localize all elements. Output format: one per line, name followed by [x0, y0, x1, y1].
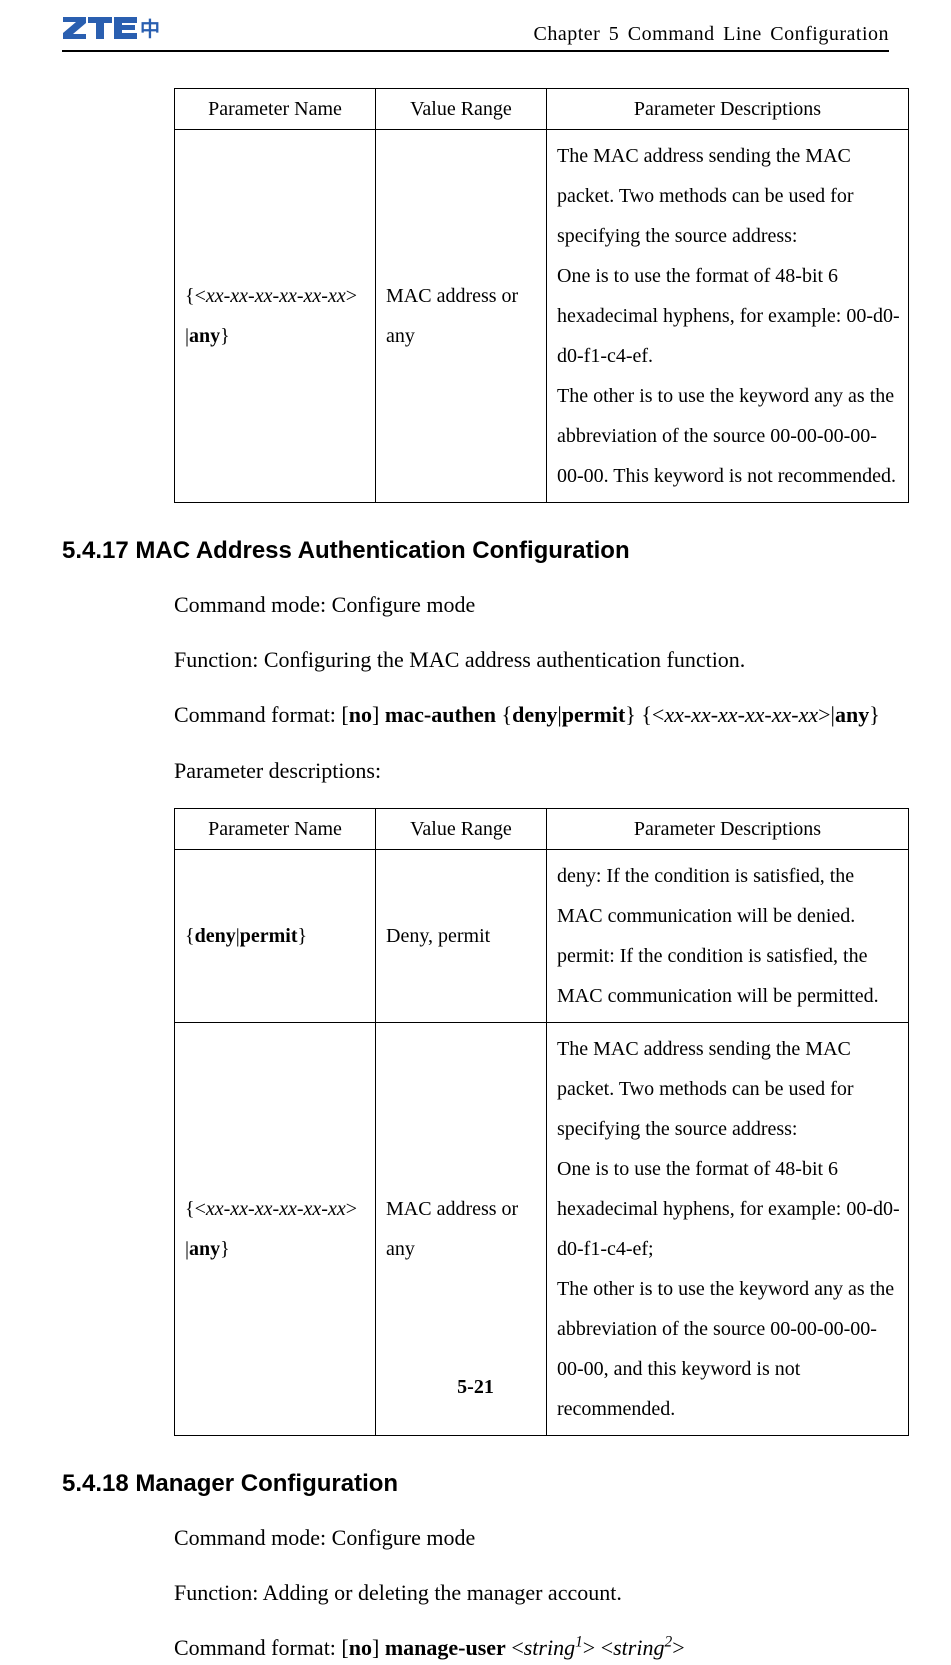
td-value-range: Deny, permit: [376, 849, 547, 1022]
td-description: The MAC address sending the MAC packet. …: [547, 1022, 909, 1435]
section-heading-5-4-18: 5.4.18 Manager Configuration: [62, 1470, 889, 1498]
function-text: Function: Configuring the MAC address au…: [174, 642, 889, 677]
parameter-table-2: Parameter Name Value Range Parameter Des…: [174, 808, 909, 1436]
chapter-title: Chapter 5 Command Line Configuration: [534, 23, 890, 46]
svg-text:中兴: 中兴: [140, 17, 160, 40]
command-mode: Command mode: Configure mode: [174, 587, 889, 622]
td-param-name: {<xx-xx-xx-xx-xx-xx> |any}: [175, 130, 376, 503]
table-row: {<xx-xx-xx-xx-xx-xx> |any} MAC address o…: [175, 1022, 909, 1435]
section-heading-5-4-17: 5.4.17 MAC Address Authentication Config…: [62, 537, 889, 565]
td-value-range: MAC address or any: [376, 1022, 547, 1435]
th-param-name: Parameter Name: [175, 89, 376, 130]
command-mode: Command mode: Configure mode: [174, 1520, 889, 1555]
th-descriptions: Parameter Descriptions: [547, 89, 909, 130]
td-description: deny: If the condition is satisfied, the…: [547, 849, 909, 1022]
td-value-range: MAC address or any: [376, 130, 547, 503]
td-param-name: {<xx-xx-xx-xx-xx-xx> |any}: [175, 1022, 376, 1435]
parameter-table-1: Parameter Name Value Range Parameter Des…: [174, 88, 909, 503]
th-value-range: Value Range: [376, 89, 547, 130]
function-text: Function: Adding or deleting the manager…: [174, 1575, 889, 1610]
header-divider: [62, 50, 889, 52]
parameter-descriptions-label: Parameter descriptions:: [174, 753, 889, 788]
page-header: 中兴 Chapter 5 Command Line Configuration: [62, 14, 889, 48]
th-value-range: Value Range: [376, 808, 547, 849]
td-param-name: {deny|permit}: [175, 849, 376, 1022]
command-format: Command format: [no] manage-user <string…: [174, 1630, 889, 1665]
page-number: 5-21: [457, 1376, 494, 1398]
zte-logo-icon: 中兴: [62, 14, 160, 40]
th-descriptions: Parameter Descriptions: [547, 808, 909, 849]
command-format: Command format: [no] mac-authen {deny|pe…: [174, 697, 889, 732]
table-header-row: Parameter Name Value Range Parameter Des…: [175, 89, 909, 130]
td-description: The MAC address sending the MAC packet. …: [547, 130, 909, 503]
logo: 中兴: [62, 14, 160, 46]
table-header-row: Parameter Name Value Range Parameter Des…: [175, 808, 909, 849]
page-footer: 5-21: [0, 1376, 951, 1399]
table-row: {<xx-xx-xx-xx-xx-xx> |any} MAC address o…: [175, 130, 909, 503]
table-row: {deny|permit} Deny, permit deny: If the …: [175, 849, 909, 1022]
th-param-name: Parameter Name: [175, 808, 376, 849]
